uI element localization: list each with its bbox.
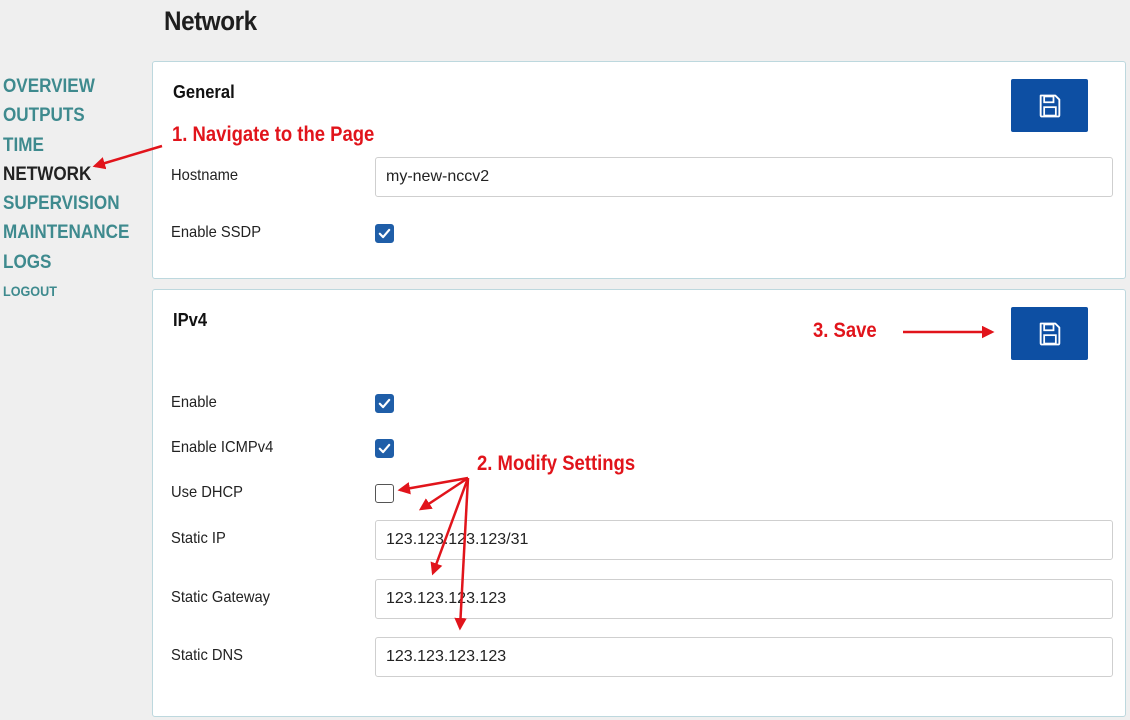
static-dns-input[interactable] — [375, 637, 1113, 677]
general-save-button[interactable] — [1011, 79, 1088, 132]
ipv4-card: IPv4 Enable Enable ICMPv4 Use DHCP Stati… — [152, 289, 1126, 717]
use-dhcp-checkbox[interactable] — [375, 484, 394, 503]
nav-item-time[interactable]: TIME — [3, 131, 138, 160]
nav-item-outputs[interactable]: OUTPUTS — [3, 101, 138, 130]
nav-item-maintenance[interactable]: MAINTENANCE — [3, 218, 138, 247]
general-card: General Hostname Enable SSDP — [152, 61, 1126, 279]
nav-item-logs[interactable]: LOGS — [3, 248, 138, 277]
static-ip-input[interactable] — [375, 520, 1113, 560]
use-dhcp-label: Use DHCP — [171, 484, 243, 501]
enable-ssdp-checkbox[interactable] — [375, 224, 394, 243]
hostname-label: Hostname — [171, 167, 239, 184]
static-dns-label: Static DNS — [171, 647, 243, 664]
checkmark-icon — [378, 228, 391, 239]
sidebar-nav: OVERVIEW OUTPUTS TIME NETWORK SUPERVISIO… — [3, 72, 153, 306]
checkmark-icon — [378, 443, 391, 454]
enable-label: Enable — [171, 394, 217, 411]
general-title: General — [173, 82, 235, 102]
enable-icmpv4-label: Enable ICMPv4 — [171, 439, 274, 456]
ipv4-title: IPv4 — [173, 310, 208, 330]
nav-item-supervision[interactable]: SUPERVISION — [3, 189, 138, 218]
nav-item-network[interactable]: NETWORK — [3, 160, 138, 189]
floppy-disk-icon — [1039, 322, 1060, 345]
static-gateway-label: Static Gateway — [171, 589, 271, 606]
floppy-disk-icon — [1039, 94, 1060, 117]
ipv4-save-button[interactable] — [1011, 307, 1088, 360]
enable-ssdp-label: Enable SSDP — [171, 224, 262, 241]
nav-item-overview[interactable]: OVERVIEW — [3, 72, 138, 101]
enable-checkbox[interactable] — [375, 394, 394, 413]
static-gateway-input[interactable] — [375, 579, 1113, 619]
checkmark-icon — [378, 398, 391, 409]
nav-item-logout[interactable]: LOGOUT — [3, 277, 138, 306]
enable-icmpv4-checkbox[interactable] — [375, 439, 394, 458]
page-title: Network — [164, 6, 257, 36]
hostname-input[interactable] — [375, 157, 1113, 197]
static-ip-label: Static IP — [171, 530, 226, 547]
